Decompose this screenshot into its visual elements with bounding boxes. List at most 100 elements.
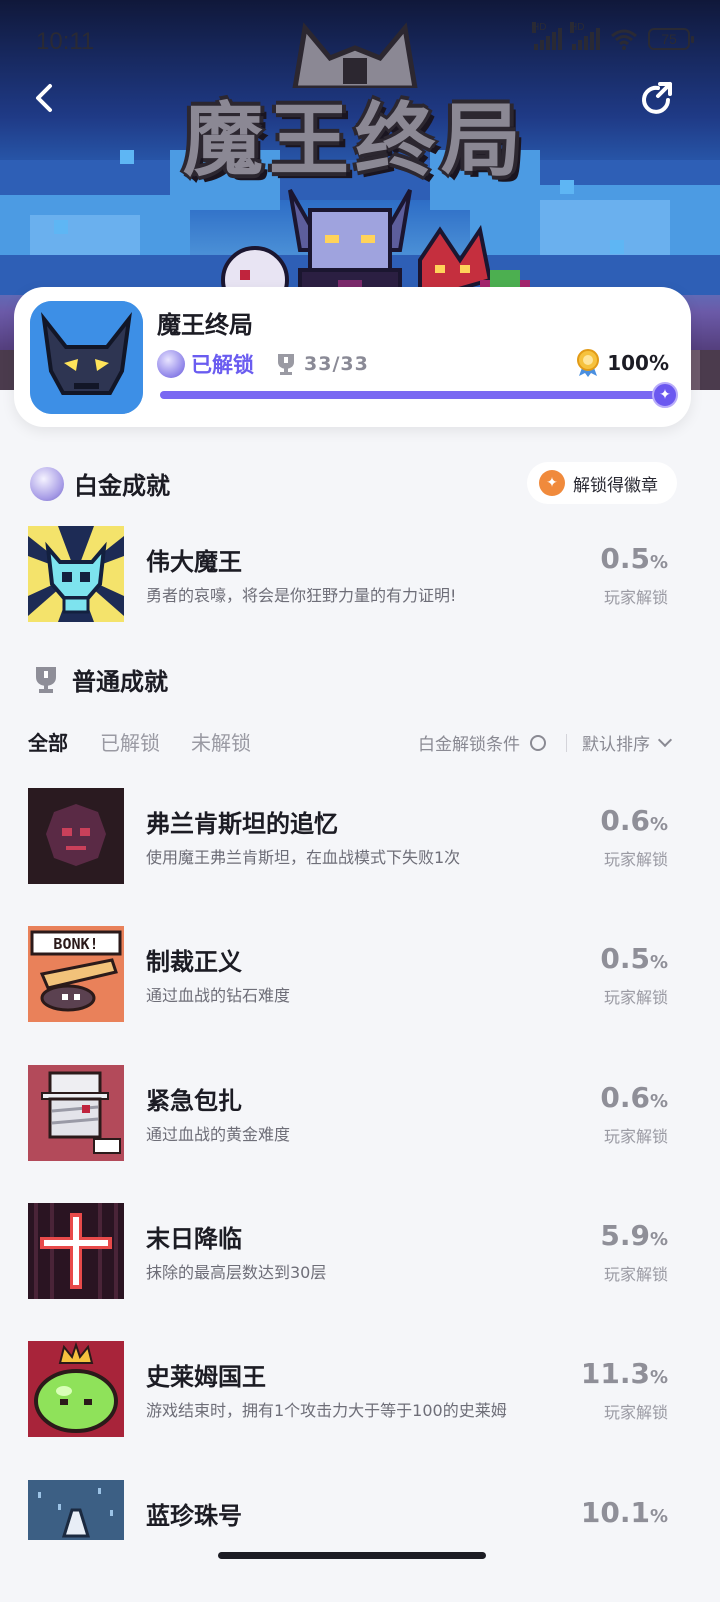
frankenstein-icon: [28, 788, 124, 884]
sort-label: 默认排序: [582, 735, 650, 755]
trophy-icon: [36, 666, 56, 693]
achievement-desc: 游戏结束时，拥有1个攻击力大于等于100的史莱姆: [146, 1401, 507, 1420]
platinum-badge-icon: [157, 350, 185, 378]
achievement-row[interactable]: 末日降临 抹除的最高层数达到30层 5.9% 玩家解锁: [28, 1203, 688, 1299]
achievement-percent: 11.3%: [581, 1357, 668, 1390]
trophy-icon: [278, 354, 294, 375]
demon-face-icon: [30, 301, 143, 414]
slime-king-icon: [28, 1341, 124, 1437]
achievement-thumbnail: [28, 1341, 124, 1437]
platinum-section-title: 白金成就: [74, 472, 170, 500]
achievement-row[interactable]: 弗兰肯斯坦的追忆 使用魔王弗兰肯斯坦，在血战模式下失败1次 0.6% 玩家解锁: [28, 788, 688, 884]
achievement-title: 伟大魔王: [146, 548, 242, 576]
unlock-badge-button[interactable]: ✦ 解锁得徽章: [527, 462, 677, 504]
tab-unlocked[interactable]: 已解锁: [100, 727, 160, 756]
unlocked-label: 已解锁: [191, 353, 254, 377]
achievement-row[interactable]: 史莱姆国王 游戏结束时，拥有1个攻击力大于等于100的史莱姆 11.3% 玩家解…: [28, 1341, 688, 1437]
achievement-percent-value: 11.3: [580, 1357, 650, 1390]
skull-demon-icon: [28, 526, 124, 622]
achievement-sub: 玩家解锁: [603, 850, 668, 869]
achievement-percent-unit: %: [649, 952, 668, 973]
sparkle: [120, 150, 134, 164]
achievement-percent-unit: %: [649, 1506, 668, 1527]
achievement-sub: 玩家解锁: [603, 588, 668, 607]
achievement-thumbnail: [28, 1203, 124, 1299]
achievement-title: 弗兰肯斯坦的追忆: [146, 810, 338, 838]
normal-section-header: 普通成就: [32, 662, 168, 697]
condition-label: 白金解锁条件: [418, 735, 520, 755]
achievement-sub: 玩家解锁: [603, 1403, 668, 1422]
medal-icon: [577, 349, 600, 377]
achievement-desc: 通过血战的黄金难度: [146, 1125, 291, 1144]
platinum-icon: [30, 466, 64, 501]
tab-all[interactable]: 全部: [28, 727, 68, 756]
game-summary-card: 魔王终局 已解锁 33/33 100% ✦: [14, 287, 691, 427]
home-indicator: [218, 1552, 486, 1559]
chevron-down-icon: [657, 732, 673, 748]
platinum-condition-toggle[interactable]: 白金解锁条件: [418, 730, 546, 755]
achievement-title: 末日降临: [146, 1225, 242, 1253]
achievement-percent-value: 0.6: [600, 1081, 650, 1114]
sparkle: [54, 220, 68, 234]
achievement-percent-unit: %: [649, 1229, 668, 1250]
signal-icon: HD: [570, 22, 600, 50]
cloud: [540, 200, 670, 260]
achievement-title: 蓝珍珠号: [146, 1502, 242, 1530]
achievement-percent: 0.5%: [600, 942, 668, 975]
achievement-thumbnail: [28, 1065, 124, 1161]
doom-cross-icon: [28, 1203, 124, 1299]
achievement-title: 紧急包扎: [146, 1087, 242, 1115]
tab-locked[interactable]: 未解锁: [191, 727, 251, 756]
achievement-title: 制裁正义: [146, 948, 242, 976]
game-title: 魔王终局: [157, 311, 253, 339]
wifi-icon: [611, 29, 637, 50]
radio-icon: [530, 734, 546, 751]
achievement-thumbnail: [28, 788, 124, 884]
progress-knob-icon: ✦: [652, 382, 678, 408]
achievement-desc: 使用魔王弗兰肯斯坦，在血战模式下失败1次: [146, 848, 461, 867]
achievement-percent-value: 5.9: [600, 1219, 650, 1252]
achievement-percent-unit: %: [649, 1367, 668, 1388]
achievement-percent-value: 0.5: [600, 942, 650, 975]
completion-progress-bar: ✦: [160, 382, 678, 408]
achievement-percent: 10.1%: [581, 1496, 668, 1529]
achievement-percent-unit: %: [649, 552, 668, 573]
achievement-row[interactable]: BONK! 制裁正义 通过血战的钻石难度 0.5% 玩家解锁: [28, 926, 688, 1022]
unlock-status: 已解锁 33/33: [157, 349, 369, 379]
hd-label: HD: [570, 22, 585, 33]
achievement-percent-value: 10.1: [580, 1496, 650, 1529]
achievement-percent: 5.9%: [600, 1219, 668, 1252]
progress-fill: [160, 391, 665, 399]
normal-section-title: 普通成就: [72, 668, 168, 696]
trophy-count: 33/33: [276, 352, 369, 376]
bonk-hammer-icon: BONK!: [28, 926, 124, 1022]
achievement-thumbnail: BONK!: [28, 926, 124, 1022]
completion-percent: 100%: [575, 349, 669, 377]
filter-bar: 全部 已解锁 未解锁 白金解锁条件 默认排序: [28, 727, 678, 761]
achievement-thumbnail: [28, 526, 124, 622]
achievement-title: 史莱姆国王: [146, 1363, 266, 1391]
bonk-text: BONK!: [53, 935, 98, 953]
achievement-percent-unit: %: [649, 1091, 668, 1112]
achievement-thumbnail: [28, 1480, 124, 1540]
achievement-desc: 抹除的最高层数达到30层: [146, 1263, 327, 1282]
mummy-icon: [28, 1065, 124, 1161]
sparkle: [610, 240, 624, 254]
achievement-desc: 勇者的哀嚎，将会是你狂野力量的有力证明!: [146, 586, 457, 605]
sparkle: [560, 180, 574, 194]
achievement-row[interactable]: 蓝珍珠号 10.1%: [28, 1480, 688, 1540]
trophy-count-value: 33/33: [304, 353, 369, 375]
achievement-percent-value: 0.6: [600, 804, 650, 837]
game-app-icon[interactable]: [30, 301, 143, 414]
achievement-row[interactable]: 紧急包扎 通过血战的黄金难度 0.6% 玩家解锁: [28, 1065, 688, 1161]
share-icon[interactable]: [638, 80, 678, 120]
back-icon[interactable]: [26, 78, 66, 118]
achievement-platinum[interactable]: 伟大魔王 勇者的哀嚎，将会是你狂野力量的有力证明! 0.5% 玩家解锁: [28, 526, 688, 622]
signal-icon: HD: [532, 22, 562, 50]
badge-icon: ✦: [539, 470, 565, 496]
achievement-desc: 通过血战的钻石难度: [146, 986, 291, 1005]
sort-dropdown[interactable]: 默认排序: [582, 730, 673, 755]
achievement-sub: 玩家解锁: [603, 988, 668, 1007]
status-bar: 10:11 HD HD 75: [0, 0, 720, 84]
status-time: 10:11: [36, 28, 95, 55]
